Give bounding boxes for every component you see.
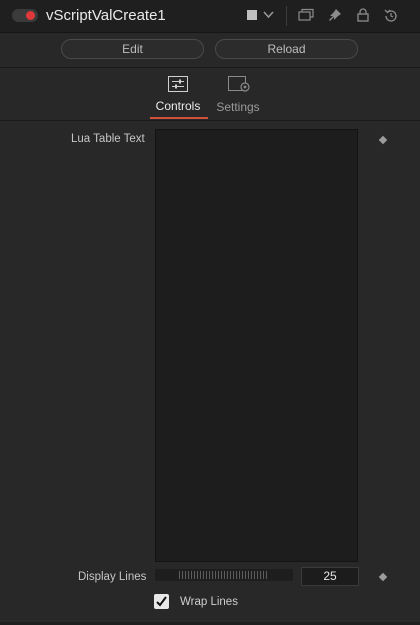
display-lines-slider[interactable] xyxy=(155,569,293,581)
lua-table-text-label: Lua Table Text xyxy=(71,133,145,145)
node-title: vScriptValCreate1 xyxy=(46,7,166,24)
tab-bar: Controls Settings xyxy=(0,68,420,121)
pin-icon[interactable] xyxy=(328,8,342,23)
wrap-lines-checkbox[interactable] xyxy=(154,594,169,609)
node-enable-toggle[interactable] xyxy=(12,9,38,22)
reload-button[interactable]: Reload xyxy=(215,39,358,59)
display-lines-value[interactable]: 25 xyxy=(301,567,359,586)
wrap-lines-label: Wrap Lines xyxy=(180,596,238,608)
versions-icon[interactable] xyxy=(298,8,314,22)
sliders-icon xyxy=(168,76,188,92)
checkmark-icon xyxy=(156,596,167,607)
edit-button[interactable]: Edit xyxy=(61,39,204,59)
color-swatch-icon[interactable] xyxy=(247,10,257,20)
settings-icon xyxy=(228,76,250,92)
lua-table-text-input[interactable] xyxy=(155,129,358,562)
tab-settings-label: Settings xyxy=(216,100,260,114)
chevron-down-icon[interactable] xyxy=(263,11,274,19)
keyframe-diamond-icon[interactable] xyxy=(378,572,388,582)
lock-icon[interactable] xyxy=(357,8,369,23)
toggle-indicator xyxy=(26,11,35,20)
action-bar: Edit Reload xyxy=(0,33,420,68)
tab-controls[interactable]: Controls xyxy=(146,76,210,113)
tab-controls-label: Controls xyxy=(155,99,201,113)
active-tab-indicator xyxy=(150,117,208,119)
header-separator xyxy=(286,6,287,26)
tab-settings[interactable]: Settings xyxy=(206,76,270,114)
reset-icon[interactable] xyxy=(383,8,399,23)
display-lines-label: Display Lines xyxy=(78,571,147,583)
keyframe-diamond-icon[interactable] xyxy=(378,135,388,145)
node-header: vScriptValCreate1 xyxy=(0,0,420,33)
